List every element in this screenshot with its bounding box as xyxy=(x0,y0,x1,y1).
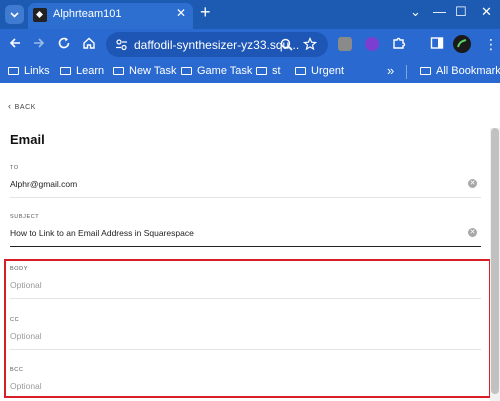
folder-icon xyxy=(60,67,71,75)
browser-titlebar: Alphrteam101 ✕ + ⌄ — ☐ ✕ xyxy=(0,0,500,29)
tab-title: Alphrteam101 xyxy=(53,8,122,20)
star-bookmark-icon[interactable] xyxy=(303,37,317,51)
bookmark-learn[interactable]: Learn xyxy=(60,65,104,77)
new-tab-button[interactable]: + xyxy=(200,3,211,21)
chevron-left-icon: ‹ xyxy=(8,101,12,111)
forward-arrow-icon[interactable] xyxy=(32,36,46,54)
bookmarks-bar: Links Learn New Task Game Task st Urgent… xyxy=(0,61,500,83)
cube-favicon-icon xyxy=(33,8,47,22)
url-text[interactable]: daffodil-synthesizer-yz33.squ... xyxy=(134,38,299,52)
bookmark-urgent[interactable]: Urgent xyxy=(295,65,344,77)
address-bar[interactable]: daffodil-synthesizer-yz33.squ... xyxy=(106,32,328,57)
bookmark-links[interactable]: Links xyxy=(8,65,50,77)
tab-close-icon[interactable]: ✕ xyxy=(176,6,186,20)
page-content: ‹ BACK Email TO Alphr@gmail.com ✕ SUBJECT… xyxy=(0,83,500,401)
scrollbar-thumb[interactable] xyxy=(491,128,499,394)
subject-input[interactable]: How to Link to an Email Address in Squar… xyxy=(10,228,194,238)
back-link[interactable]: ‹ BACK xyxy=(8,101,36,111)
maximize-button[interactable]: ☐ xyxy=(455,4,467,20)
scrollbar[interactable] xyxy=(490,128,500,401)
back-arrow-icon[interactable] xyxy=(8,36,22,54)
bookmarks-divider xyxy=(406,65,407,79)
close-window-button[interactable]: ✕ xyxy=(481,4,492,20)
all-bookmarks[interactable]: All Bookmarks xyxy=(420,65,500,77)
home-icon[interactable] xyxy=(82,36,96,54)
bookmarks-overflow-button[interactable]: » xyxy=(387,63,394,78)
extension-gray-icon[interactable] xyxy=(338,37,352,51)
folder-icon xyxy=(113,67,124,75)
side-panel-icon[interactable] xyxy=(430,36,444,54)
menu-kebab-icon[interactable]: ⋮ xyxy=(484,36,498,52)
reload-icon[interactable] xyxy=(57,36,71,54)
zoom-icon[interactable] xyxy=(280,38,293,51)
to-input[interactable]: Alphr@gmail.com xyxy=(10,179,77,189)
bookmark-st[interactable]: st xyxy=(256,65,281,77)
folder-icon xyxy=(8,67,19,75)
folder-icon xyxy=(181,67,192,75)
chevron-down-icon xyxy=(10,12,19,18)
extensions-puzzle-icon[interactable] xyxy=(392,36,406,54)
page-title: Email xyxy=(10,132,45,147)
bookmark-new-task[interactable]: New Task xyxy=(113,65,176,77)
field-divider-active xyxy=(10,246,481,247)
extension-purple-icon[interactable] xyxy=(365,37,379,51)
field-divider xyxy=(10,197,481,198)
minimize-button[interactable]: — xyxy=(433,4,446,20)
to-label: TO xyxy=(10,165,19,171)
collapse-icon[interactable]: ⌄ xyxy=(410,4,421,20)
clear-icon[interactable]: ✕ xyxy=(468,179,477,188)
browser-toolbar: daffodil-synthesizer-yz33.squ... ⋮ xyxy=(0,29,500,61)
highlight-box xyxy=(4,259,491,398)
bookmark-game-task[interactable]: Game Task xyxy=(181,65,252,77)
browser-tab[interactable]: Alphrteam101 ✕ xyxy=(28,3,193,29)
profile-avatar[interactable] xyxy=(453,35,471,53)
site-settings-icon[interactable] xyxy=(115,38,128,51)
folder-icon xyxy=(295,67,306,75)
folder-icon xyxy=(256,67,267,75)
tab-search-button[interactable] xyxy=(5,5,24,24)
subject-label: SUBJECT xyxy=(10,214,40,220)
clear-icon[interactable]: ✕ xyxy=(468,228,477,237)
folder-icon xyxy=(420,67,431,75)
